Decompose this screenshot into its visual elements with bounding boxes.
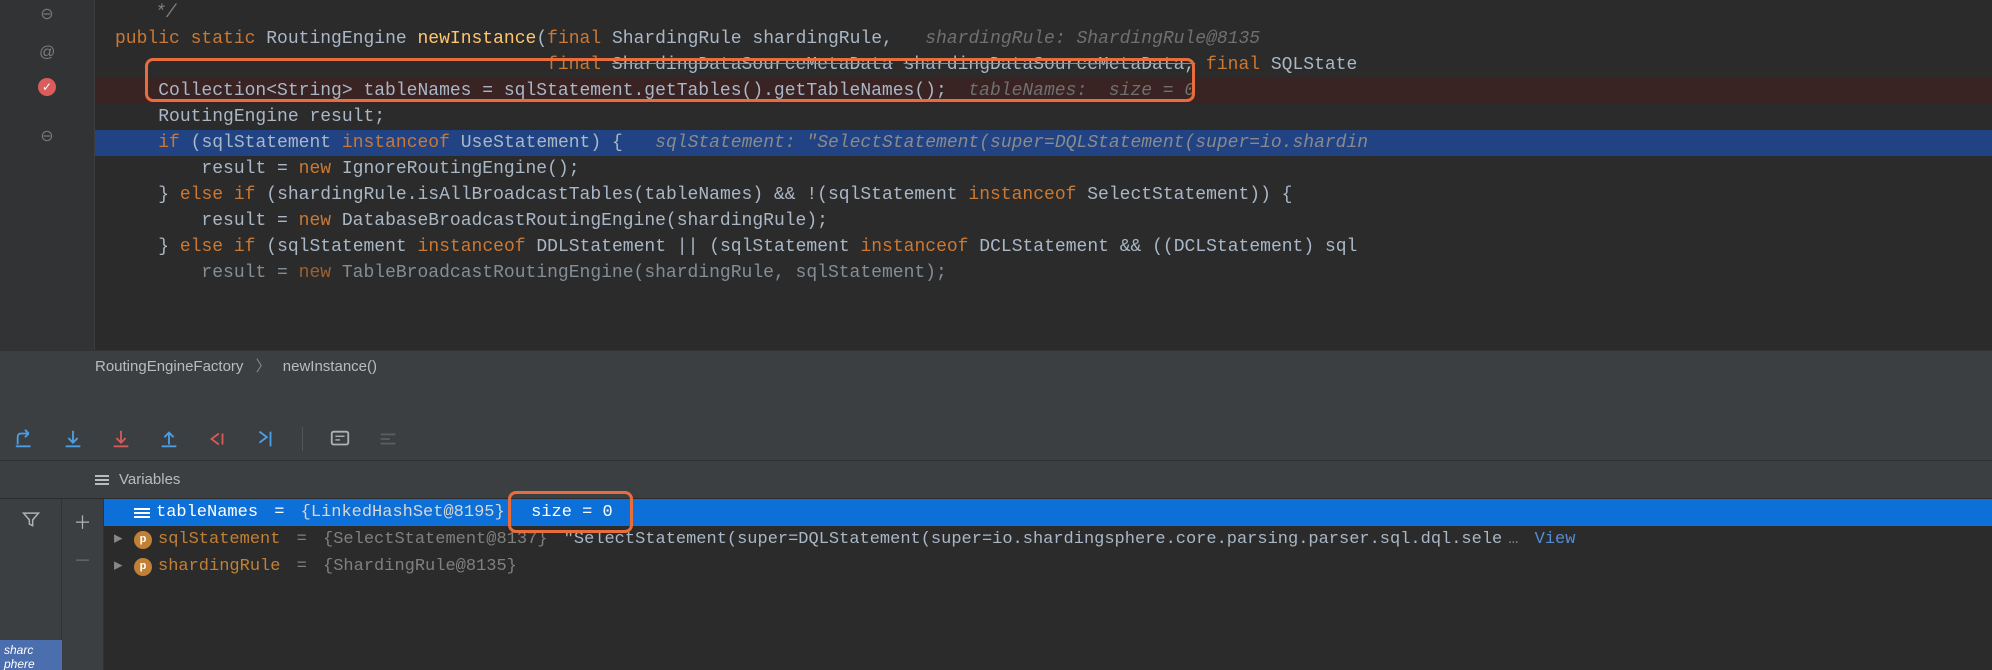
frames-sidebar: sharc phere	[0, 499, 62, 670]
parameter-icon: p	[134, 558, 152, 576]
add-watch-icon[interactable]: ＋	[74, 509, 92, 535]
variable-name: shardingRule	[158, 553, 280, 580]
parameter-icon: p	[134, 531, 152, 549]
variables-label: Variables	[119, 471, 180, 488]
step-over-icon[interactable]	[14, 428, 36, 450]
collapse-icon[interactable]: ⊖	[40, 4, 53, 24]
code-line: result = new TableBroadcastRoutingEngine…	[95, 260, 1992, 286]
variables-tree[interactable]: tableNames = {LinkedHashSet@8195} size =…	[104, 499, 1992, 670]
list-icon	[134, 508, 150, 518]
code-line: } else if (sqlStatement instanceof DDLSt…	[95, 234, 1992, 260]
code-line: public static RoutingEngine newInstance(…	[95, 26, 1992, 52]
expand-arrow-icon[interactable]: ▸	[114, 526, 128, 553]
force-step-into-icon[interactable]	[110, 428, 132, 450]
variable-type: {LinkedHashSet@8195}	[301, 499, 505, 526]
variable-size: size = 0	[511, 499, 613, 526]
separator	[302, 427, 303, 451]
variable-row[interactable]: ▸ p shardingRule = {ShardingRule@8135}	[104, 553, 1992, 580]
inline-hint: sqlStatement: "SelectStatement(super=DQL…	[655, 133, 1368, 153]
code-area[interactable]: */ public static RoutingEngine newInstan…	[95, 0, 1992, 350]
inline-hint: shardingRule: ShardingRule@8135	[925, 29, 1260, 49]
run-to-cursor-icon[interactable]	[254, 428, 276, 450]
code-line-execution: if (sqlStatement instanceof UseStatement…	[95, 130, 1992, 156]
blank-arrow	[114, 499, 128, 526]
collapse-icon[interactable]: ⊖	[40, 126, 53, 146]
override-icon[interactable]: @	[39, 44, 55, 62]
variable-name: tableNames	[156, 499, 258, 526]
code-line: result = new DatabaseBroadcastRoutingEng…	[95, 208, 1992, 234]
variable-value: "SelectStatement(super=DQLStatement(supe…	[564, 526, 1503, 553]
variables-panel-header[interactable]: Variables	[0, 461, 1992, 499]
variables-panel: sharc phere ＋ － tableNames = {LinkedHash…	[0, 499, 1992, 670]
list-icon	[95, 475, 109, 485]
code-line: RoutingEngine result;	[95, 104, 1992, 130]
variable-row[interactable]: tableNames = {LinkedHashSet@8195} size =…	[104, 499, 1992, 526]
breadcrumb-item[interactable]: RoutingEngineFactory	[95, 358, 243, 375]
filter-icon[interactable]	[21, 509, 41, 535]
chevron-right-icon: 〉	[248, 358, 279, 375]
drop-frame-icon[interactable]	[206, 428, 228, 450]
variable-name: sqlStatement	[158, 526, 280, 553]
variable-row[interactable]: ▸ p sqlStatement = {SelectStatement@8137…	[104, 526, 1992, 553]
gutter: ⊖ @ ⊖	[0, 0, 95, 350]
expand-arrow-icon[interactable]: ▸	[114, 553, 128, 580]
remove-watch-icon[interactable]: －	[74, 547, 92, 573]
breadcrumb[interactable]: RoutingEngineFactory 〉 newInstance()	[0, 350, 1992, 382]
trace-current-icon[interactable]	[377, 428, 399, 450]
breakpoint-icon[interactable]	[38, 78, 56, 96]
view-link[interactable]: View	[1524, 526, 1575, 553]
frame-label[interactable]: sharc phere	[0, 640, 62, 670]
panel-divider[interactable]	[0, 382, 1992, 417]
variables-sidebar: ＋ －	[62, 499, 104, 670]
debug-toolbar	[0, 417, 1992, 461]
variable-type: {ShardingRule@8135}	[323, 553, 517, 580]
code-line: } else if (shardingRule.isAllBroadcastTa…	[95, 182, 1992, 208]
variable-type: {SelectStatement@8137}	[323, 526, 558, 553]
evaluate-expression-icon[interactable]	[329, 428, 351, 450]
step-out-icon[interactable]	[158, 428, 180, 450]
editor-area: ⊖ @ ⊖ */ public static RoutingEngine new…	[0, 0, 1992, 350]
code-line-breakpoint: Collection<String> tableNames = sqlState…	[95, 78, 1992, 104]
step-into-icon[interactable]	[62, 428, 84, 450]
breadcrumb-item[interactable]: newInstance()	[283, 358, 377, 375]
code-line: final ShardingDataSourceMetaData shardin…	[95, 52, 1992, 78]
inline-hint: tableNames: size = 0	[968, 81, 1195, 101]
code-line: result = new IgnoreRoutingEngine();	[95, 156, 1992, 182]
code-comment: */	[115, 3, 177, 23]
